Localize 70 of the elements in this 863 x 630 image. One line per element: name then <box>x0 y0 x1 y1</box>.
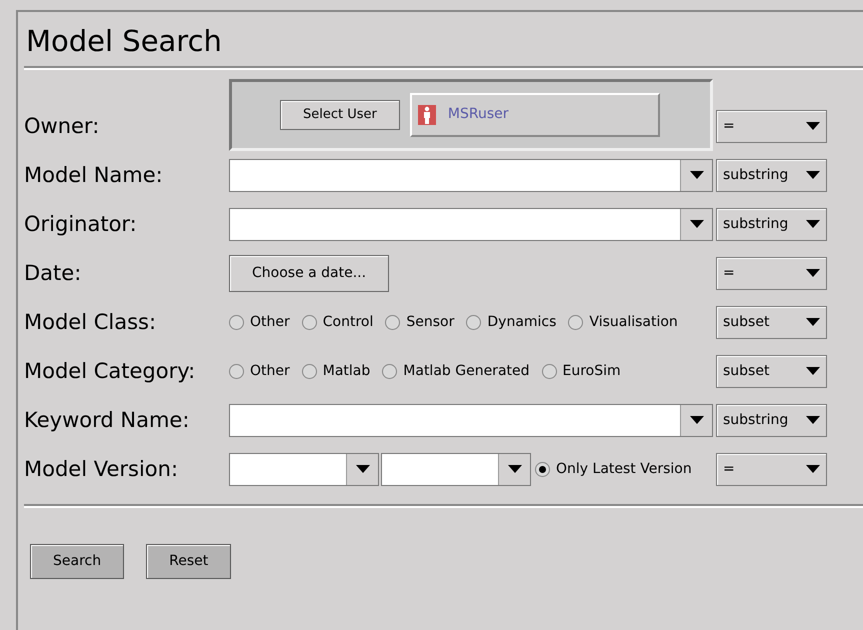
combo-field[interactable] <box>229 158 713 192</box>
window-title: Model Search <box>25 23 223 60</box>
radio-button[interactable] <box>302 314 317 330</box>
radio-label: Matlab <box>322 362 370 381</box>
operator-dropdown[interactable]: substring <box>716 404 827 437</box>
radio-label: Dynamics <box>487 312 556 332</box>
caret-icon <box>806 220 820 228</box>
field-label: Model Category: <box>24 358 196 385</box>
operator-dropdown[interactable]: substring <box>716 208 827 241</box>
radio-button[interactable] <box>542 364 557 379</box>
radio-label: Control <box>322 312 374 332</box>
radio-label: Other <box>250 312 290 332</box>
field-label: Model Class: <box>24 308 158 336</box>
radio-button[interactable] <box>385 314 400 330</box>
caret-icon <box>508 465 522 474</box>
combo-field[interactable] <box>229 208 713 241</box>
caret-icon <box>806 122 820 130</box>
caret-icon <box>806 269 820 278</box>
user-name: MSRuser <box>448 105 508 124</box>
operator-value: substring <box>723 410 788 430</box>
operator-dropdown[interactable]: substring <box>716 158 827 192</box>
radio-button[interactable] <box>302 364 317 379</box>
radio-label: EuroSim <box>562 362 621 381</box>
operator-dropdown[interactable]: subset <box>716 306 827 339</box>
operator-dropdown[interactable]: subset <box>716 354 827 388</box>
operator-dropdown[interactable]: = <box>716 452 827 486</box>
operator-value: substring <box>723 214 788 234</box>
radio-label: Other <box>250 362 290 381</box>
radio-button[interactable] <box>229 364 244 379</box>
operator-dropdown[interactable]: = <box>716 256 827 290</box>
operator-value: subset <box>723 312 770 332</box>
field-label: Owner: <box>24 112 100 140</box>
caret-icon <box>356 465 370 474</box>
caret-icon <box>690 220 704 228</box>
combo-field[interactable] <box>381 452 531 486</box>
radio-label: Matlab Generated <box>403 362 530 381</box>
reset-button[interactable]: Reset <box>146 544 232 579</box>
operator-value: = <box>723 460 735 479</box>
radio-button[interactable] <box>535 462 550 477</box>
radio-label: Visualisation <box>589 312 678 332</box>
combo-field[interactable] <box>229 404 713 437</box>
field-label: Model Version: <box>24 456 180 483</box>
field-label: Model Name: <box>24 162 164 189</box>
radio-label: Sensor <box>406 312 454 332</box>
caret-icon <box>690 416 704 424</box>
operator-value: subset <box>723 362 770 381</box>
radio-button[interactable] <box>568 314 584 330</box>
field-label: Originator: <box>24 210 138 238</box>
caret-icon <box>690 171 704 180</box>
radio-label: Only Latest Version <box>556 460 692 479</box>
caret-icon <box>806 318 820 326</box>
combo-field[interactable] <box>229 452 379 486</box>
user-field[interactable]: MSRuser <box>410 92 660 137</box>
person-icon <box>418 104 436 125</box>
operator-value: = <box>723 116 735 136</box>
search-button[interactable]: Search <box>30 544 124 579</box>
caret-icon <box>806 367 820 376</box>
caret-icon <box>806 416 820 424</box>
radio-button[interactable] <box>229 314 244 330</box>
radio-button[interactable] <box>382 364 398 379</box>
choose-date-button[interactable]: Choose a date... <box>229 254 390 292</box>
radio-button[interactable] <box>466 314 482 330</box>
field-label: Keyword Name: <box>24 406 190 434</box>
caret-icon <box>806 171 820 180</box>
operator-value: = <box>723 264 735 283</box>
field-label: Date: <box>24 260 82 287</box>
caret-icon <box>806 465 820 474</box>
operator-value: substring <box>723 166 788 185</box>
operator-dropdown[interactable]: = <box>716 110 827 143</box>
select-user-button[interactable]: Select User <box>280 100 400 130</box>
